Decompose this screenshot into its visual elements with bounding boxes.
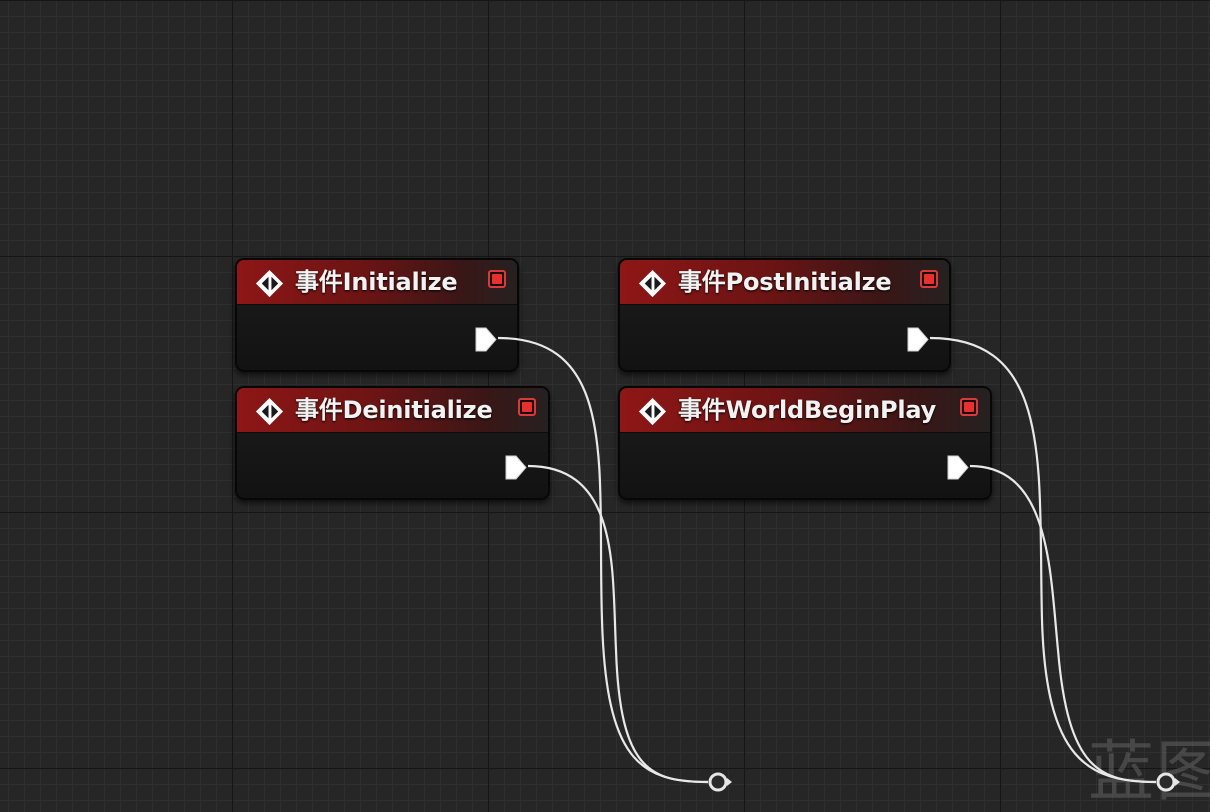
- delegate-pin[interactable]: [488, 270, 506, 288]
- watermark: 蓝图: [1088, 733, 1210, 810]
- node-title: 事件Initialize: [295, 268, 458, 296]
- exec-output-pin[interactable]: [503, 454, 528, 481]
- node-title: 事件WorldBeginPlay: [678, 396, 937, 424]
- node-header[interactable]: 事件Initialize: [237, 260, 517, 305]
- exec-output-pin[interactable]: [473, 326, 498, 353]
- node-header[interactable]: 事件Deinitialize: [237, 388, 548, 433]
- delegate-pin[interactable]: [960, 398, 978, 416]
- node-title: 事件Deinitialize: [295, 396, 493, 424]
- event-node-post-initialize[interactable]: 事件PostInitialze: [618, 258, 951, 372]
- node-title: 事件PostInitialze: [678, 268, 892, 296]
- exec-output-pin[interactable]: [905, 326, 930, 353]
- reroute-node[interactable]: [706, 770, 734, 794]
- exec-wire-world-begin-play: [969, 464, 1157, 784]
- event-node-initialize[interactable]: 事件Initialize: [235, 258, 519, 372]
- event-diamond-icon: [255, 397, 284, 426]
- exec-output-pin[interactable]: [945, 454, 970, 481]
- exec-wire-deinitialize: [527, 464, 709, 784]
- event-diamond-icon: [638, 397, 667, 426]
- delegate-pin[interactable]: [518, 398, 536, 416]
- reroute-node[interactable]: [1154, 770, 1182, 794]
- event-diamond-icon: [638, 269, 667, 298]
- node-header[interactable]: 事件WorldBeginPlay: [620, 388, 990, 433]
- node-header[interactable]: 事件PostInitialze: [620, 260, 949, 305]
- event-diamond-icon: [255, 269, 284, 298]
- delegate-pin[interactable]: [920, 270, 938, 288]
- event-node-deinitialize[interactable]: 事件Deinitialize: [235, 386, 550, 500]
- event-node-world-begin-play[interactable]: 事件WorldBeginPlay: [618, 386, 992, 500]
- wire-layer: [497, 336, 1157, 784]
